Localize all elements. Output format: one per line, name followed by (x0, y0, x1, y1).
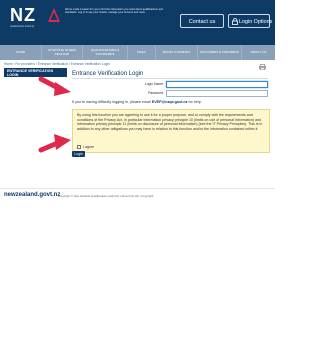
header-blurb: We've made it easier for you to find the… (65, 8, 163, 15)
password-input[interactable] (166, 90, 268, 97)
password-label: Password: (148, 91, 164, 95)
footer-divider (0, 188, 275, 189)
logo-subtext: Qualifications Authority (10, 25, 35, 28)
page-title: Entrance Verification Login (72, 71, 144, 77)
username-row: Login Name: (72, 81, 270, 88)
footer-links[interactable]: Copyright © New Zealand Qualifications A… (58, 194, 153, 198)
login-options-button[interactable]: Login Options (228, 14, 273, 28)
username-input[interactable] (166, 81, 268, 88)
username-label: Login Name: (144, 82, 164, 86)
breadcrumb[interactable]: Home / For providers / Entrance Verifica… (4, 62, 110, 66)
lock-icon (232, 18, 238, 25)
title-divider (72, 78, 268, 79)
nav-about[interactable]: ABOUT US (242, 45, 275, 60)
agree-row[interactable]: I agree (77, 144, 94, 149)
agree-checkbox[interactable] (77, 144, 81, 149)
contact-us-button[interactable]: Contact us (180, 14, 224, 28)
privacy-notice: By using this function you are agreeing … (72, 109, 270, 153)
help-text: If you're having difficulty logging in, … (72, 100, 268, 104)
annotation-arrow-icon (38, 134, 71, 153)
main-nav: HOME STUDYING IN NEW ZEALAND QUALIFICATI… (0, 45, 275, 60)
agree-label: I agree (83, 144, 95, 149)
annotation-arrow-icon (38, 76, 71, 96)
help-suffix: for help. (187, 100, 202, 104)
login-options-label: Login Options (239, 19, 273, 25)
nav-studying[interactable]: STUDYING IN NEW ZEALAND (42, 45, 83, 60)
logo-emblem-icon (48, 8, 60, 22)
help-prefix: If you're having difficulty logging in, … (72, 100, 152, 104)
nav-ncea[interactable]: NCEA (128, 45, 156, 60)
header-banner: NZ Qualifications Authority We've made i… (0, 0, 275, 45)
privacy-notice-text: By using this function you are agreeing … (77, 113, 263, 131)
nav-maori-pasifika[interactable]: MĀORI & PASIFIKA (156, 45, 198, 60)
nav-home[interactable]: HOME (0, 45, 42, 60)
print-icon[interactable] (259, 64, 266, 70)
logo-text: NZ (10, 5, 36, 25)
help-email-link[interactable]: EVEP@nzqa.govt.nz (152, 100, 188, 104)
password-row: Password: (72, 90, 270, 97)
nav-providers[interactable]: PROVIDERS & PARTNERS (198, 45, 242, 60)
nav-qualifications[interactable]: QUALIFICATIONS & STANDARDS (83, 45, 128, 60)
nzqa-logo[interactable]: NZ Qualifications Authority (10, 6, 60, 38)
footer-logo[interactable]: newzealand.govt.nz (4, 192, 60, 198)
